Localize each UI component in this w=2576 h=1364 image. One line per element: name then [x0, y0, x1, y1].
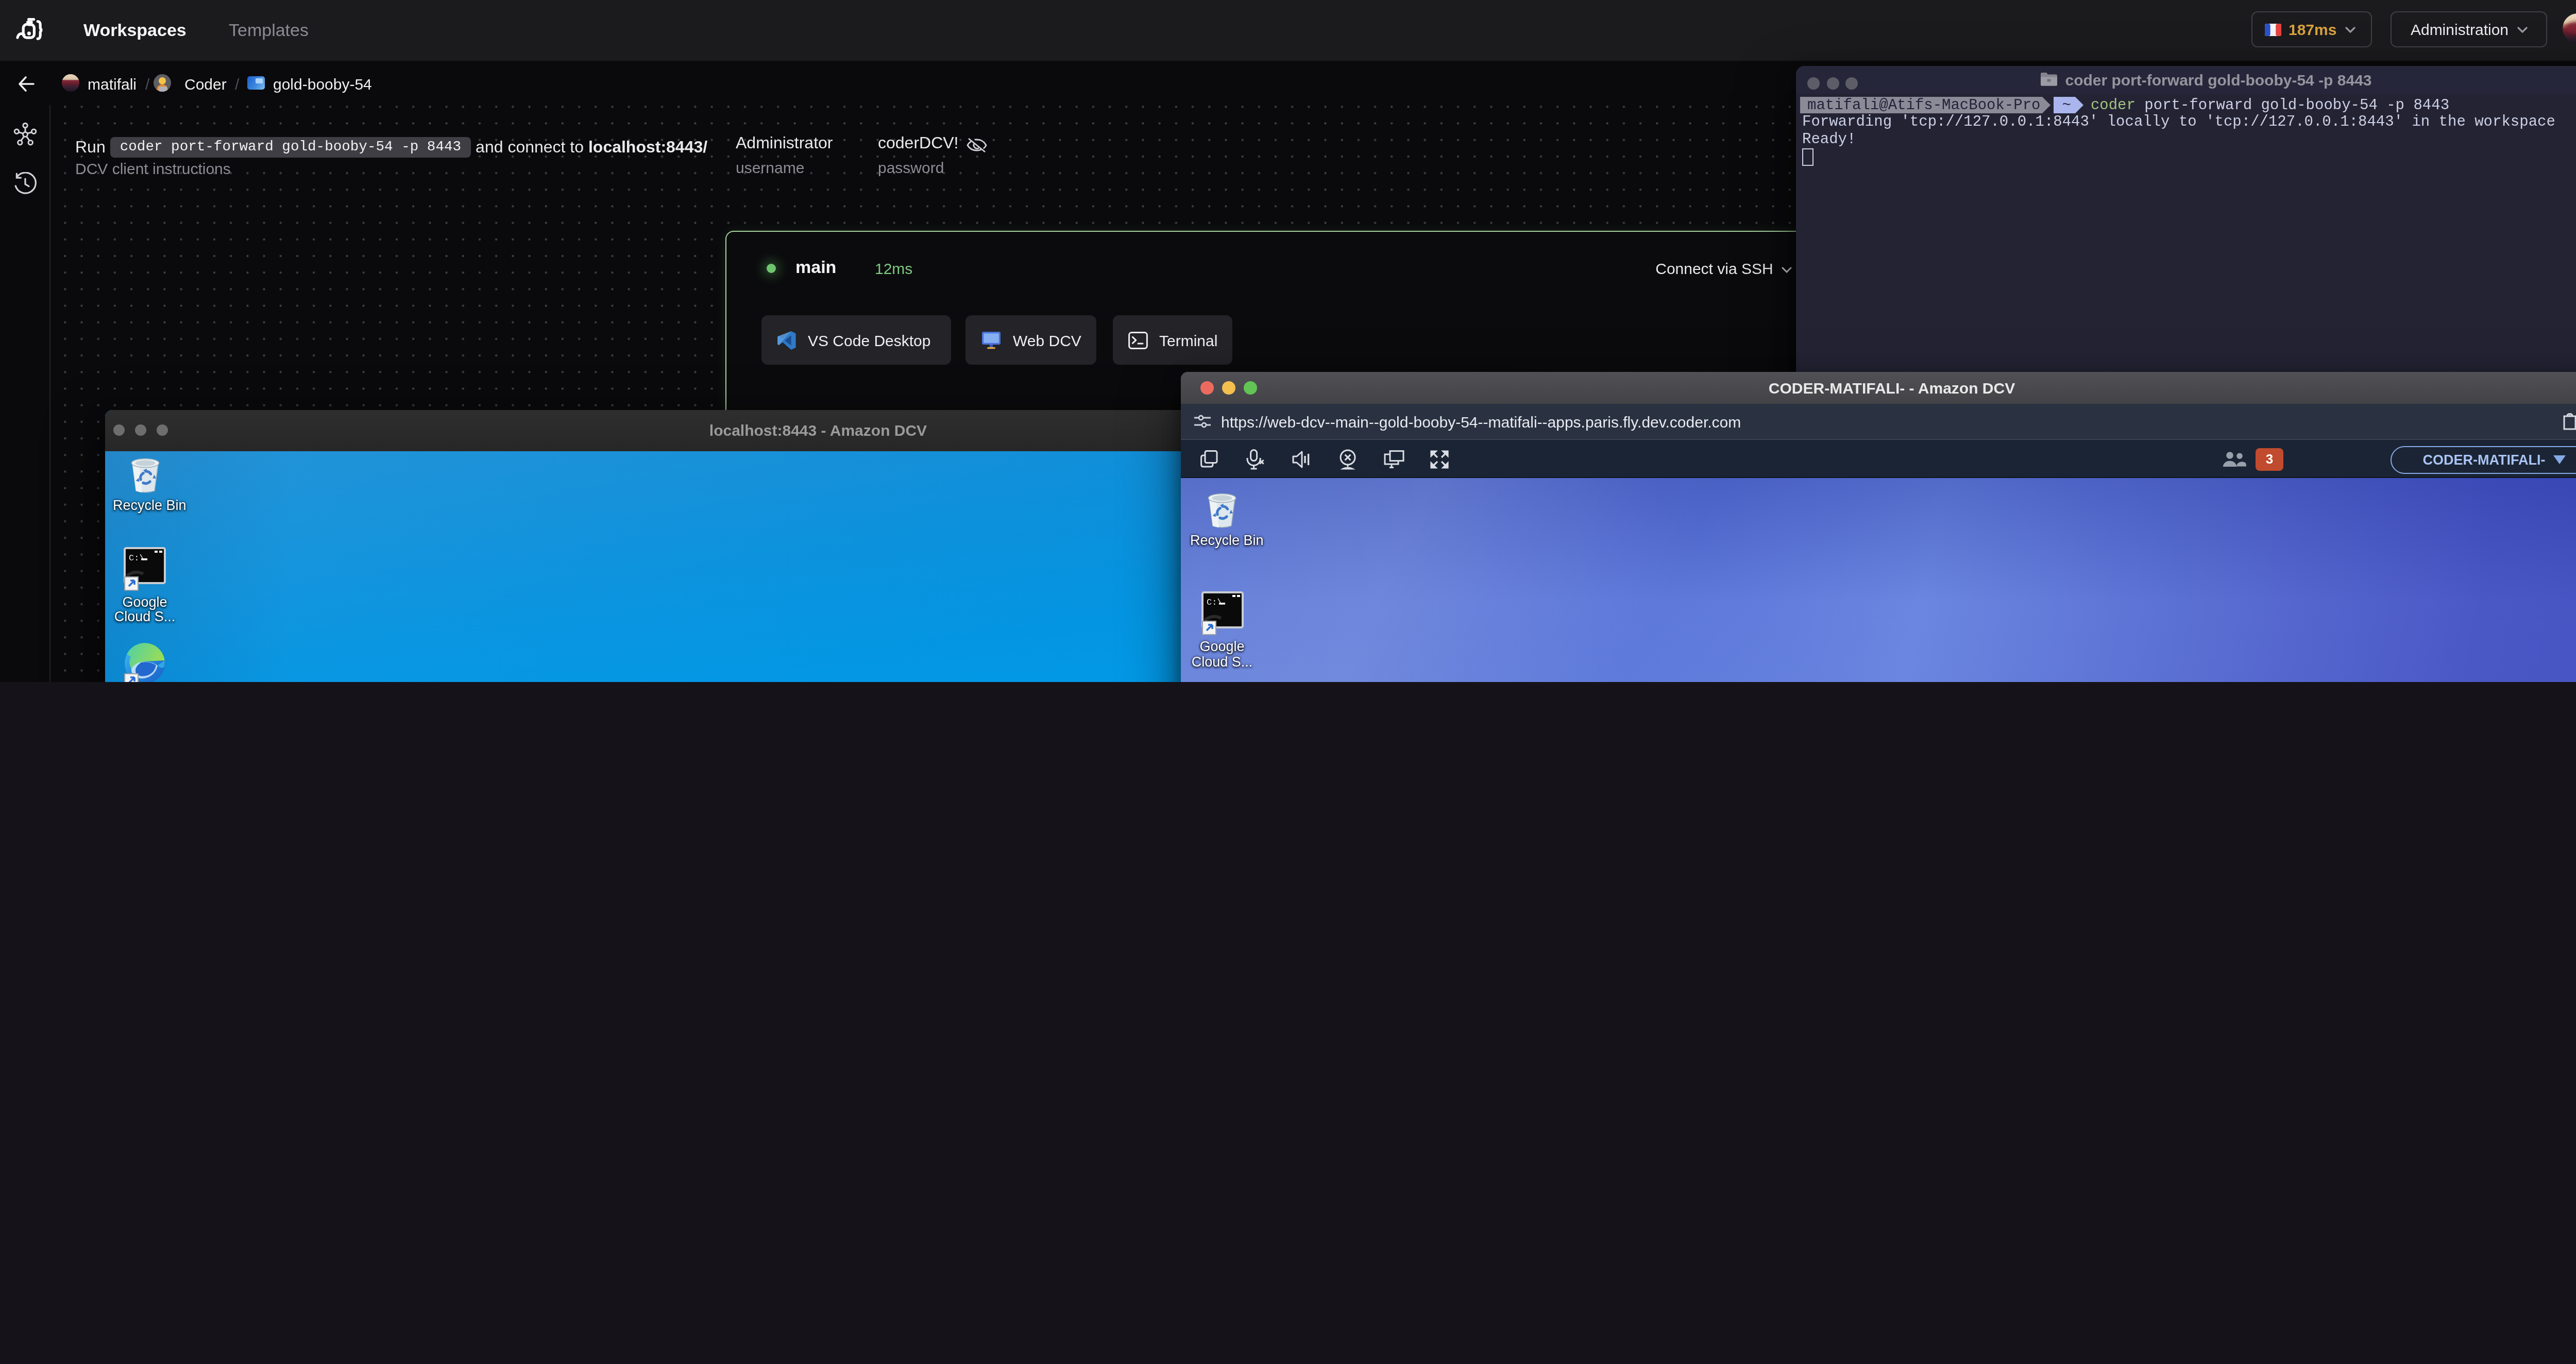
- svg-text:C:\: C:\: [1206, 598, 1222, 607]
- svg-text:C:\: C:\: [129, 553, 145, 562]
